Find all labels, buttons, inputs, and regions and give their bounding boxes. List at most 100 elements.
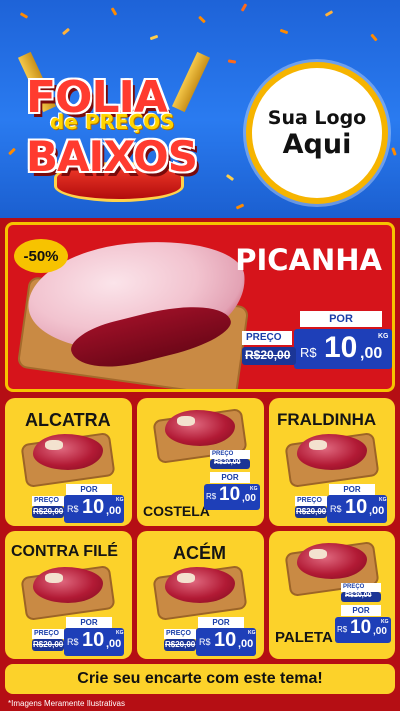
price-tag: POR PREÇO R$20,00 R$ 10 ,00 KG	[295, 484, 387, 524]
unit: KG	[381, 619, 389, 625]
store-logo-line1: Sua Logo	[267, 106, 367, 129]
price-tag: POR PREÇO R$20,00 R$ 10 ,00 KG	[164, 617, 256, 657]
old-price: R$20,00	[296, 507, 327, 516]
preco-label: PREÇO	[242, 331, 292, 345]
meat-fat	[177, 573, 195, 583]
product-card: ACÉM POR PREÇO R$20,00 R$ 10 ,00 KG	[137, 531, 264, 659]
confetti	[324, 10, 334, 17]
price-integer: 10	[82, 629, 105, 651]
por-label: POR	[300, 311, 382, 327]
campaign-logo: FOLIA de PREÇOS BAIXOS	[14, 51, 214, 202]
cta-banner: Crie seu encarte com este tema!	[5, 664, 395, 694]
price-cents: ,00	[238, 638, 254, 650]
currency: R$	[206, 492, 217, 501]
por-label: POR	[66, 484, 112, 495]
unit: KG	[250, 486, 258, 492]
por-label: POR	[210, 472, 250, 483]
old-price: R$20,00	[214, 459, 241, 466]
confetti	[149, 34, 159, 41]
confetti	[370, 33, 378, 42]
price-cents: ,00	[106, 638, 122, 650]
currency: R$	[199, 637, 211, 647]
preco-label: PREÇO	[210, 450, 250, 459]
price-tag: POR PREÇO R$20,00 R$ 10 ,00 KG	[32, 617, 124, 657]
unit: KG	[379, 497, 387, 503]
price-integer: 10	[219, 484, 241, 505]
preco-label: PREÇO	[295, 496, 327, 506]
logo-text-baixos: BAIXOS	[26, 132, 198, 181]
unit: KG	[248, 630, 256, 636]
price-tag: POR PREÇO R$20,00 R$ 10 ,00 KG	[204, 450, 260, 512]
hero-price-tag: POR PREÇO R$20,00 R$ 10 ,00 KG	[242, 311, 392, 373]
old-price: R$20,00	[165, 640, 196, 649]
confetti	[110, 7, 118, 16]
old-price: R$20,00	[33, 507, 64, 516]
product-card: CONTRA FILÉ POR PREÇO R$20,00 R$ 10 ,00 …	[5, 531, 132, 659]
product-card: COSTELA POR PREÇO R$20,00 R$ 10 ,00 KG	[137, 398, 264, 526]
product-card: ALCATRA POR PREÇO R$20,00 R$ 10 ,00 KG	[5, 398, 132, 526]
meat-fat	[309, 549, 327, 559]
price-cents: ,00	[106, 505, 122, 517]
confetti	[225, 173, 235, 182]
old-price: R$20,00	[33, 640, 64, 649]
currency: R$	[300, 345, 317, 360]
confetti	[227, 59, 237, 64]
unit: KG	[116, 630, 124, 636]
product-name: PALETA	[275, 629, 333, 646]
header-banner: FOLIA de PREÇOS BAIXOS Sua Logo Aqui	[0, 0, 400, 218]
price-integer: 10	[324, 331, 358, 364]
hero-product-name: PICANHA	[235, 243, 382, 277]
product-name: ALCATRA	[25, 410, 111, 430]
discount-badge: -50%	[14, 239, 68, 273]
price-cents: ,00	[242, 493, 256, 504]
por-label: POR	[198, 617, 244, 628]
confetti	[279, 28, 289, 35]
por-label: POR	[329, 484, 375, 495]
confetti	[61, 27, 71, 36]
hero-offer-picanha: -50% PICANHA POR PREÇO R$20,00 R$ 10 ,00…	[5, 222, 395, 392]
store-logo-line2: Aqui	[282, 128, 352, 160]
price-integer: 10	[345, 496, 368, 518]
por-label: POR	[66, 617, 112, 628]
confetti	[198, 15, 206, 24]
confetti	[235, 203, 245, 210]
preco-label: PREÇO	[32, 496, 64, 506]
product-name: FRALDINHA	[277, 410, 377, 429]
confetti	[240, 3, 248, 12]
price-tag: POR PREÇO R$20,00 R$ 10 ,00 KG	[32, 484, 124, 524]
product-card: PALETA POR PREÇO R$20,00 R$ 10 ,00 KG	[269, 531, 395, 659]
logo-text-de-precos: de PREÇOS	[50, 110, 175, 134]
horn-icon	[171, 51, 211, 113]
old-price: R$20,00	[245, 348, 291, 362]
confetti	[19, 12, 29, 19]
price-integer: 10	[350, 617, 372, 638]
meat-fat	[45, 440, 63, 450]
product-name: COSTELA	[143, 503, 210, 519]
unit: KG	[378, 333, 389, 340]
price-tag: POR PREÇO R$20,00 R$ 10 ,00 KG	[335, 583, 391, 645]
meat-fat	[177, 416, 195, 426]
product-name: CONTRA FILÉ	[11, 543, 118, 560]
unit: KG	[116, 497, 124, 503]
price-cents: ,00	[360, 345, 383, 362]
product-card: FRALDINHA POR PREÇO R$20,00 R$ 10 ,00 KG	[269, 398, 395, 526]
preco-label: PREÇO	[32, 629, 64, 639]
price-integer: 10	[82, 496, 105, 518]
product-name: ACÉM	[173, 543, 226, 563]
preco-label: PREÇO	[164, 629, 196, 639]
old-price: R$20,00	[345, 592, 372, 599]
price-cents: ,00	[373, 626, 387, 637]
preco-label: PREÇO	[341, 583, 381, 592]
currency: R$	[330, 504, 342, 514]
price-cents: ,00	[369, 505, 385, 517]
currency: R$	[337, 625, 348, 634]
price-integer: 10	[214, 629, 237, 651]
por-label: POR	[341, 605, 381, 616]
currency: R$	[67, 504, 79, 514]
meat-fat	[45, 573, 63, 583]
meat-fat	[309, 440, 327, 450]
disclaimer-text: *Imagens Meramente Ilustrativas	[8, 699, 125, 708]
confetti	[391, 147, 397, 156]
store-logo-placeholder: Sua Logo Aqui	[246, 62, 388, 204]
currency: R$	[67, 637, 79, 647]
